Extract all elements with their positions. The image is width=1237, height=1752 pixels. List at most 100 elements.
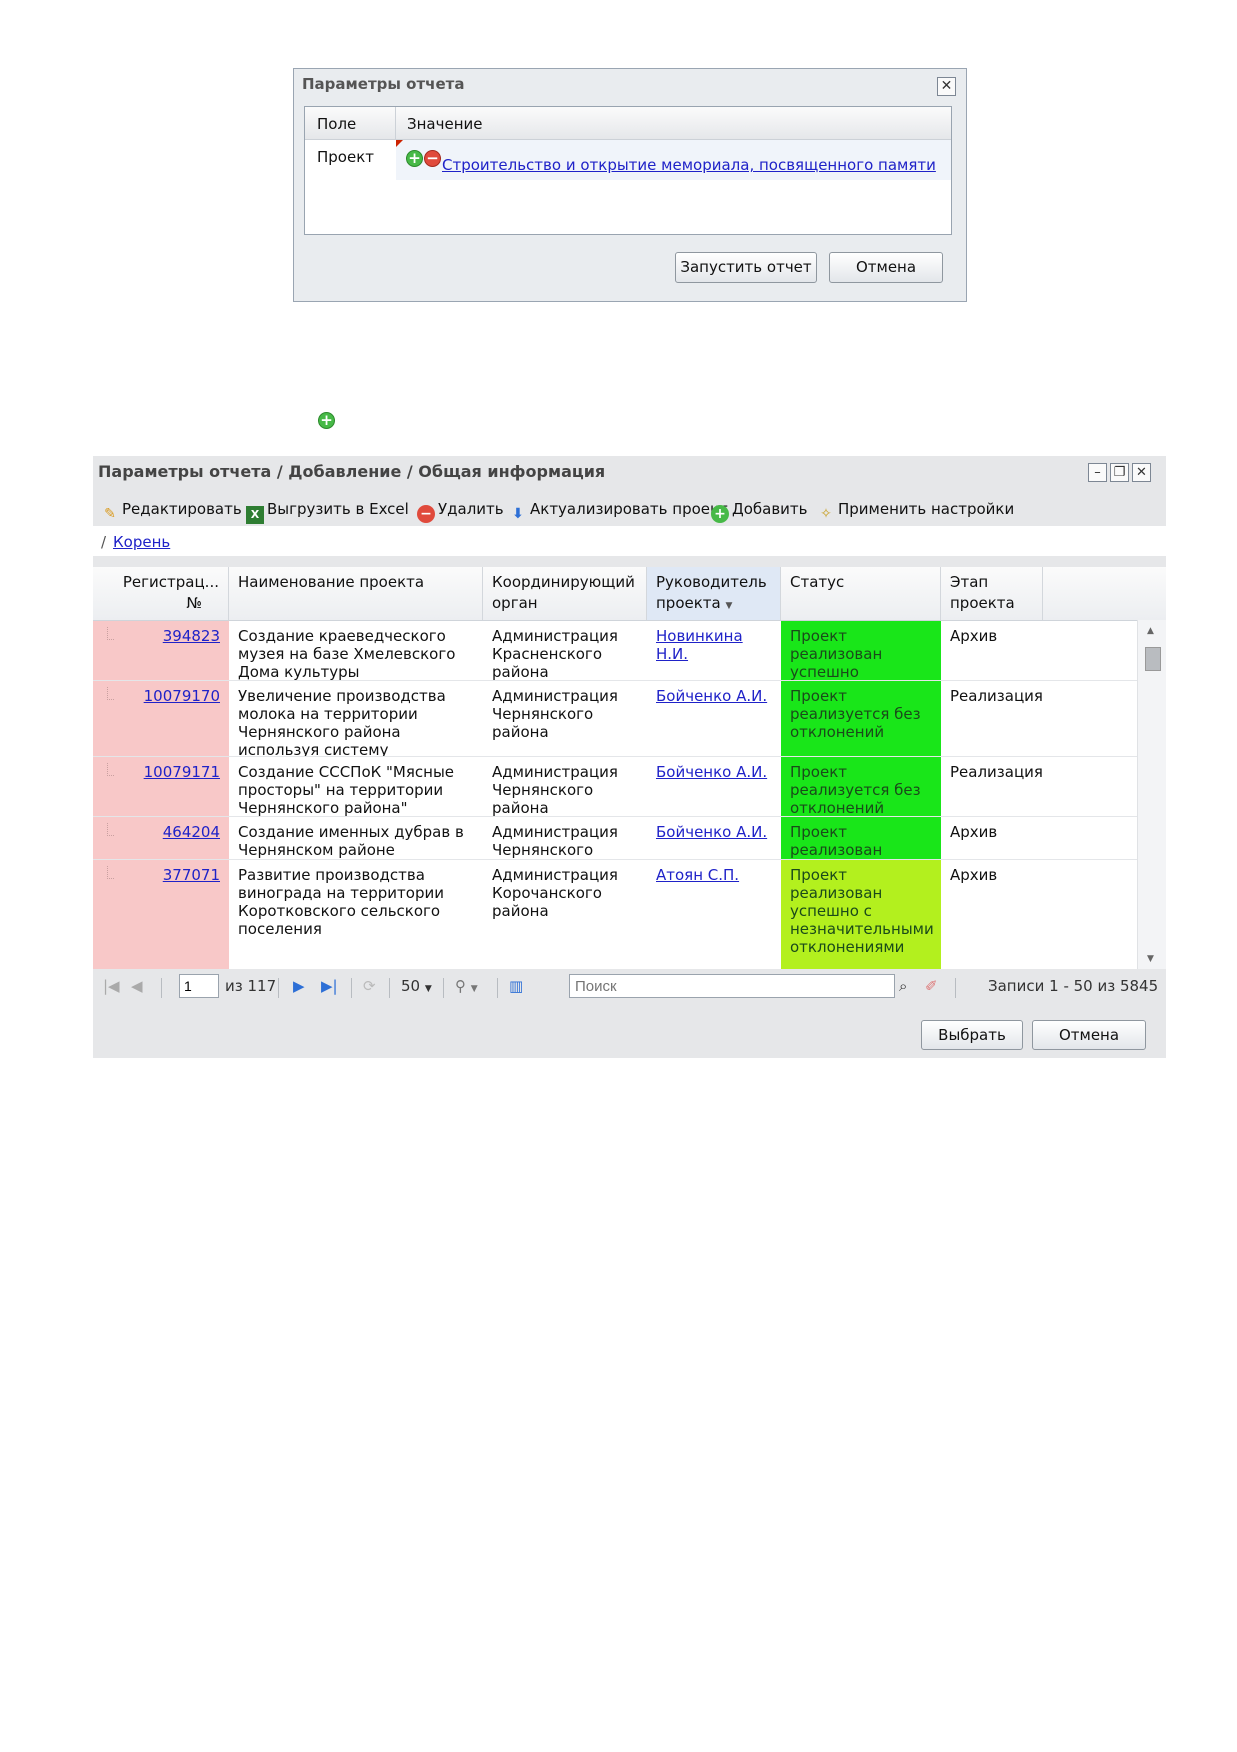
status-cell: Проект реализован успешно: [781, 621, 941, 680]
next-page-icon[interactable]: ▶: [293, 977, 305, 995]
export-excel-button[interactable]: X Выгрузить в Excel: [246, 500, 409, 524]
project-link[interactable]: Строительство и открытие мемориала, посв…: [442, 156, 936, 174]
status-cell: Проект реализован успешно с незначительн…: [781, 860, 941, 969]
scroll-thumb[interactable]: [1145, 647, 1161, 671]
first-page-icon[interactable]: |◀: [103, 977, 120, 995]
status-cell: Проект реализуется без отклонений: [781, 757, 941, 816]
window-title: Параметры отчета / Добавление / Общая ин…: [98, 462, 606, 481]
add-icon: +: [318, 412, 335, 429]
search-input[interactable]: [569, 974, 895, 998]
coordinating-body: Администрация Чернянского района: [492, 687, 618, 741]
stage-cell: Архив: [950, 627, 998, 645]
edit-button[interactable]: ✎ Редактировать: [101, 500, 242, 523]
restore-icon[interactable]: ❐: [1110, 463, 1129, 482]
reg-number-link[interactable]: 464204: [163, 823, 220, 841]
project-name: Увеличение производства молока на террит…: [238, 687, 446, 756]
projects-grid: Регистрац... № Наименование проекта Коорд…: [93, 567, 1166, 969]
apply-settings-button[interactable]: ✧ Применить настройки: [817, 500, 1014, 523]
project-lead-link[interactable]: Бойченко А.И.: [656, 763, 767, 781]
coordinating-body: Администрация Красненского района: [492, 627, 618, 680]
value-cell[interactable]: + − Строительство и открытие мемориала, …: [396, 140, 951, 180]
vertical-scrollbar[interactable]: ▲ ▼: [1137, 620, 1166, 969]
page-number-input[interactable]: [179, 974, 219, 998]
reg-number-link[interactable]: 10079171: [144, 763, 220, 781]
cancel-button[interactable]: Отмена: [1032, 1020, 1146, 1050]
table-row[interactable]: 394823 Создание краеведческого музея на …: [93, 621, 1138, 681]
project-lead-link[interactable]: Бойченко А.И.: [656, 687, 767, 705]
coordinating-body: Администрация Чернянского района: [492, 763, 618, 816]
column-reg-number[interactable]: Регистрац... №: [93, 567, 229, 620]
add-icon: +: [711, 505, 729, 523]
status-cell: Проект реализуется без отклонений: [781, 681, 941, 756]
coordinating-body: Администрация Чернянского района: [492, 823, 618, 859]
stage-cell: Реализация: [950, 763, 1043, 781]
column-project-lead[interactable]: Руководитель проекта ▼: [647, 567, 781, 620]
sort-desc-icon: ▼: [725, 601, 733, 611]
table-row[interactable]: 464204 Создание именных дубрав в Чернянс…: [93, 817, 1138, 860]
grid-header: Регистрац... № Наименование проекта Коорд…: [93, 567, 1166, 621]
scroll-up-icon[interactable]: ▲: [1147, 626, 1154, 636]
eraser-icon[interactable]: ✐: [925, 977, 938, 995]
report-params-dialog: Параметры отчета ✕ Поле Значение Проект …: [293, 68, 967, 302]
pencil-icon: ✎: [104, 506, 116, 522]
stage-cell: Реализация: [950, 687, 1043, 705]
reg-number-link[interactable]: 377071: [163, 866, 220, 884]
delete-button[interactable]: − Удалить: [417, 500, 504, 523]
row-label: Проект: [317, 148, 375, 166]
columns-icon[interactable]: ▥: [509, 977, 523, 995]
project-name: Развитие производства винограда на терри…: [238, 866, 444, 938]
column-value: Значение: [407, 115, 483, 133]
project-select-window: Параметры отчета / Добавление / Общая ин…: [93, 456, 1166, 1058]
column-coordinating-body[interactable]: Координирующий орган: [483, 567, 647, 620]
params-grid: Поле Значение Проект + − Строительство и…: [304, 106, 952, 235]
prev-page-icon[interactable]: ◀: [131, 977, 143, 995]
reg-number-link[interactable]: 394823: [163, 627, 220, 645]
reg-number-link[interactable]: 10079170: [144, 687, 220, 705]
select-button[interactable]: Выбрать: [921, 1020, 1023, 1050]
breadcrumb-root[interactable]: Корень: [113, 533, 170, 551]
minimize-icon[interactable]: –: [1088, 463, 1107, 482]
cancel-button[interactable]: Отмена: [829, 252, 943, 283]
refresh-icon[interactable]: ⟳: [363, 977, 376, 995]
column-stage[interactable]: Этап проекта: [941, 567, 1043, 620]
remove-icon[interactable]: −: [424, 150, 441, 167]
binoculars-icon[interactable]: ⌕: [899, 977, 907, 995]
coordinating-body: Администрация Корочанского района: [492, 866, 618, 920]
page-count: из 117: [225, 977, 277, 995]
project-name: Создание именных дубрав в Чернянском рай…: [238, 823, 464, 859]
filter-icon[interactable]: ⚲ ▼: [455, 977, 478, 995]
dialog-title: Параметры отчета: [302, 75, 465, 93]
close-icon[interactable]: ✕: [1132, 463, 1151, 482]
scroll-down-icon[interactable]: ▼: [1147, 954, 1154, 964]
pager: |◀ ◀ из 117 ▶ ▶| ⟳ 50 ▼ ⚲ ▼ ▥ ⌕ ✐ Записи…: [93, 969, 1166, 1003]
add-icon[interactable]: +: [406, 150, 423, 167]
column-field: Поле: [317, 115, 357, 133]
wand-icon: ✧: [820, 506, 832, 522]
table-row[interactable]: 10079170 Увеличение производства молока …: [93, 681, 1138, 757]
column-project-name[interactable]: Наименование проекта: [229, 567, 483, 620]
last-page-icon[interactable]: ▶|: [321, 977, 338, 995]
modified-marker: [396, 140, 403, 147]
delete-icon: −: [417, 505, 435, 523]
stage-cell: Архив: [950, 866, 998, 884]
project-lead-link[interactable]: Атоян С.П.: [656, 866, 739, 884]
page-size-select[interactable]: 50 ▼: [401, 977, 432, 995]
table-row[interactable]: 377071 Развитие производства винограда н…: [93, 860, 1138, 969]
excel-icon: X: [246, 506, 264, 524]
stage-cell: Архив: [950, 823, 998, 841]
table-row[interactable]: 10079171 Создание СССПоК "Мясные простор…: [93, 757, 1138, 817]
window-footer: Выбрать Отмена: [93, 1003, 1166, 1058]
add-button[interactable]: + Добавить: [711, 500, 808, 523]
run-report-button[interactable]: Запустить отчет: [675, 252, 817, 283]
project-lead-link[interactable]: Новинкина Н.И.: [656, 627, 743, 663]
status-cell: Проект реализован успешно: [781, 817, 941, 859]
column-status[interactable]: Статус: [781, 567, 941, 620]
project-name: Создание СССПоК "Мясные просторы" на тер…: [238, 763, 455, 816]
actualize-button[interactable]: ⬇ Актуализировать проект: [509, 500, 728, 523]
params-row: Проект + − Строительство и открытие мемо…: [305, 140, 951, 180]
close-icon[interactable]: ✕: [937, 77, 956, 96]
params-grid-header: Поле Значение: [305, 107, 951, 140]
down-arrow-icon: ⬇: [512, 506, 524, 522]
toolbar: ✎ Редактировать X Выгрузить в Excel − Удали…: [93, 492, 1166, 526]
project-lead-link[interactable]: Бойченко А.И.: [656, 823, 767, 841]
